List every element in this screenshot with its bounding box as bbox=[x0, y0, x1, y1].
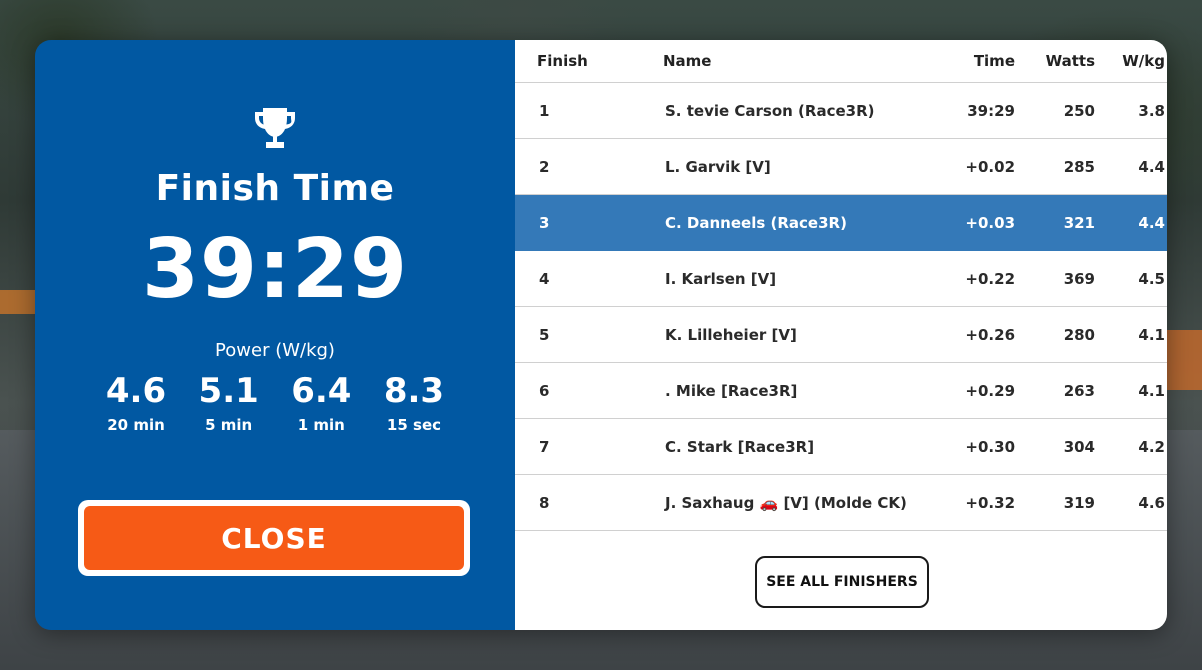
cell-watts: 280 bbox=[1015, 306, 1095, 363]
row-spacer bbox=[1165, 362, 1167, 419]
cell-finish: 1 bbox=[515, 82, 657, 139]
row-spacer bbox=[1165, 306, 1167, 363]
power-value: 6.4 bbox=[291, 371, 352, 411]
power-stats: 4.6 20 min 5.1 5 min 6.4 1 min 8.3 15 se… bbox=[90, 370, 460, 434]
close-button-label: CLOSE bbox=[84, 506, 464, 570]
row-spacer bbox=[1165, 418, 1167, 475]
row-spacer bbox=[1165, 138, 1167, 195]
cell-name: I. Karlsen [V] bbox=[657, 250, 943, 307]
cell-name: C. Stark [Race3R] bbox=[657, 418, 943, 475]
header-spacer bbox=[1165, 40, 1167, 83]
cell-wkg: 4.1 bbox=[1095, 362, 1165, 419]
power-value: 4.6 bbox=[105, 371, 167, 411]
finish-time-value: 39:29 bbox=[141, 222, 408, 317]
cell-finish: 5 bbox=[515, 306, 657, 363]
cell-time: +0.02 bbox=[943, 138, 1015, 195]
power-value: 5.1 bbox=[198, 371, 259, 411]
power-label: Power (W/kg) bbox=[215, 340, 335, 361]
power-period: 5 min bbox=[205, 416, 253, 434]
table-row[interactable]: 8 J. Saxhaug 🚗 [V] (Molde CK) +0.32 319 … bbox=[515, 474, 1167, 531]
power-period: 15 sec bbox=[386, 416, 442, 434]
power-stat-1min: 6.4 1 min bbox=[275, 370, 367, 434]
cell-name: J. Saxhaug 🚗 [V] (Molde CK) bbox=[657, 474, 943, 531]
cell-name: C. Danneels (Race3R) bbox=[657, 194, 943, 251]
cell-name: K. Lilleheier [V] bbox=[657, 306, 943, 363]
table-row[interactable]: 2 L. Garvik [V] +0.02 285 4.4 bbox=[515, 138, 1167, 195]
cell-finish: 3 bbox=[515, 194, 657, 251]
race-results-modal: Finish Time 39:29 Power (W/kg) 4.6 20 mi… bbox=[35, 40, 1167, 630]
cell-time: +0.03 bbox=[943, 194, 1015, 251]
cell-watts: 369 bbox=[1015, 250, 1095, 307]
cell-wkg: 4.6 bbox=[1095, 474, 1165, 531]
table-row[interactable]: 5 K. Lilleheier [V] +0.26 280 4.1 bbox=[515, 306, 1167, 363]
cell-wkg: 4.2 bbox=[1095, 418, 1165, 475]
table-row-current-rider[interactable]: 3 C. Danneels (Race3R) +0.03 321 4.4 bbox=[515, 194, 1167, 251]
cell-time: +0.32 bbox=[943, 474, 1015, 531]
background-barrier bbox=[1162, 330, 1202, 390]
results-panel: Finish Name Time Watts W/kg 1 S. tevie C… bbox=[515, 40, 1167, 630]
column-header-watts[interactable]: Watts bbox=[1015, 40, 1095, 83]
row-spacer bbox=[1165, 82, 1167, 139]
cell-watts: 319 bbox=[1015, 474, 1095, 531]
table-row[interactable]: 4 I. Karlsen [V] +0.22 369 4.5 bbox=[515, 250, 1167, 307]
cell-wkg: 4.1 bbox=[1095, 306, 1165, 363]
cell-time: +0.26 bbox=[943, 306, 1015, 363]
cell-time: +0.30 bbox=[943, 418, 1015, 475]
row-spacer bbox=[1165, 250, 1167, 307]
finish-summary-panel: Finish Time 39:29 Power (W/kg) 4.6 20 mi… bbox=[35, 40, 515, 630]
cell-wkg: 4.4 bbox=[1095, 194, 1165, 251]
cell-finish: 7 bbox=[515, 418, 657, 475]
cell-watts: 263 bbox=[1015, 362, 1095, 419]
finish-time-title: Finish Time bbox=[155, 168, 395, 209]
table-row[interactable]: 7 C. Stark [Race3R] +0.30 304 4.2 bbox=[515, 418, 1167, 475]
cell-finish: 6 bbox=[515, 362, 657, 419]
table-header-row: Finish Name Time Watts W/kg bbox=[515, 40, 1167, 83]
cell-wkg: 4.4 bbox=[1095, 138, 1165, 195]
trophy-icon bbox=[255, 108, 295, 148]
power-period: 1 min bbox=[297, 416, 345, 434]
table-row[interactable]: 1 S. tevie Carson (Race3R) 39:29 250 3.8 bbox=[515, 82, 1167, 139]
power-stat-15sec: 8.3 15 sec bbox=[368, 370, 460, 434]
cell-time: 39:29 bbox=[943, 82, 1015, 139]
cell-time: +0.29 bbox=[943, 362, 1015, 419]
cell-finish: 4 bbox=[515, 250, 657, 307]
cell-name: S. tevie Carson (Race3R) bbox=[657, 82, 943, 139]
column-header-wkg[interactable]: W/kg bbox=[1095, 40, 1165, 83]
power-stat-20min: 4.6 20 min bbox=[90, 370, 182, 434]
background-barrier-left bbox=[0, 290, 40, 314]
row-spacer bbox=[1165, 194, 1167, 251]
cell-watts: 250 bbox=[1015, 82, 1095, 139]
cell-wkg: 4.5 bbox=[1095, 250, 1165, 307]
cell-watts: 285 bbox=[1015, 138, 1095, 195]
see-all-finishers-button[interactable]: SEE ALL FINISHERS bbox=[755, 556, 929, 608]
column-header-time[interactable]: Time bbox=[943, 40, 1015, 83]
column-header-name[interactable]: Name bbox=[657, 40, 943, 83]
cell-name: L. Garvik [V] bbox=[657, 138, 943, 195]
cell-time: +0.22 bbox=[943, 250, 1015, 307]
row-spacer bbox=[1165, 474, 1167, 531]
power-value: 8.3 bbox=[383, 371, 445, 411]
cell-watts: 321 bbox=[1015, 194, 1095, 251]
table-row[interactable]: 6 . Mike [Race3R] +0.29 263 4.1 bbox=[515, 362, 1167, 419]
cell-finish: 8 bbox=[515, 474, 657, 531]
cell-wkg: 3.8 bbox=[1095, 82, 1165, 139]
column-header-finish[interactable]: Finish bbox=[515, 40, 657, 83]
power-stat-5min: 5.1 5 min bbox=[183, 370, 275, 434]
cell-name: . Mike [Race3R] bbox=[657, 362, 943, 419]
close-button[interactable]: CLOSE bbox=[78, 500, 470, 576]
cell-finish: 2 bbox=[515, 138, 657, 195]
cell-watts: 304 bbox=[1015, 418, 1095, 475]
results-table: Finish Name Time Watts W/kg 1 S. tevie C… bbox=[515, 40, 1167, 531]
power-period: 20 min bbox=[107, 416, 165, 434]
